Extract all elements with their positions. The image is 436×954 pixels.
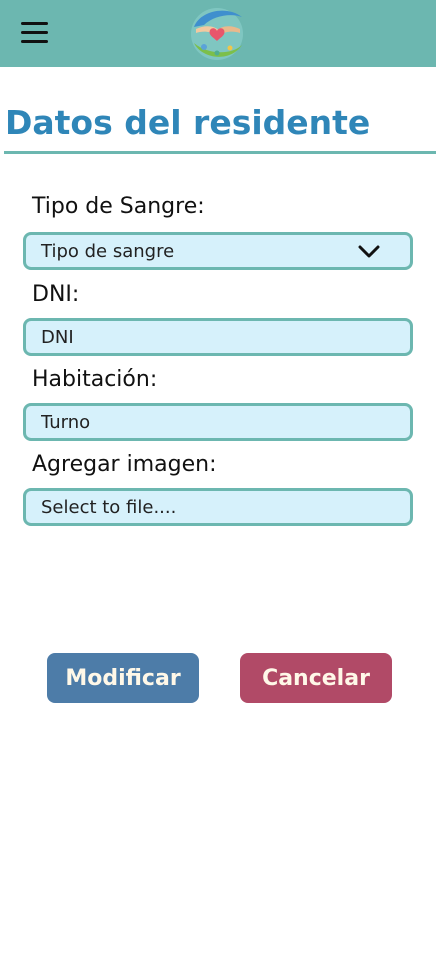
page-title: Datos del residente [5,103,371,142]
room-field[interactable] [41,411,410,433]
room-label: Habitación: [32,367,158,392]
title-divider [4,151,436,154]
cancel-button[interactable]: Cancelar [240,653,392,703]
blood-type-select[interactable]: Tipo de sangre [23,232,413,270]
chevron-down-icon [358,245,380,258]
hands-heart-logo[interactable] [186,3,248,63]
image-file-placeholder: Select to file.... [41,496,177,518]
modify-button[interactable]: Modificar [47,653,199,703]
hamburger-menu-icon[interactable] [21,22,48,44]
top-app-bar [0,0,436,67]
image-file-picker[interactable]: Select to file.... [23,488,413,526]
image-label: Agregar imagen: [32,452,217,477]
dni-label: DNI: [32,282,80,307]
blood-type-selected-value: Tipo de sangre [41,240,175,262]
dni-field-wrapper [23,318,413,356]
dni-field[interactable] [41,326,410,348]
blood-type-label: Tipo de Sangre: [32,194,205,219]
room-field-wrapper [23,403,413,441]
